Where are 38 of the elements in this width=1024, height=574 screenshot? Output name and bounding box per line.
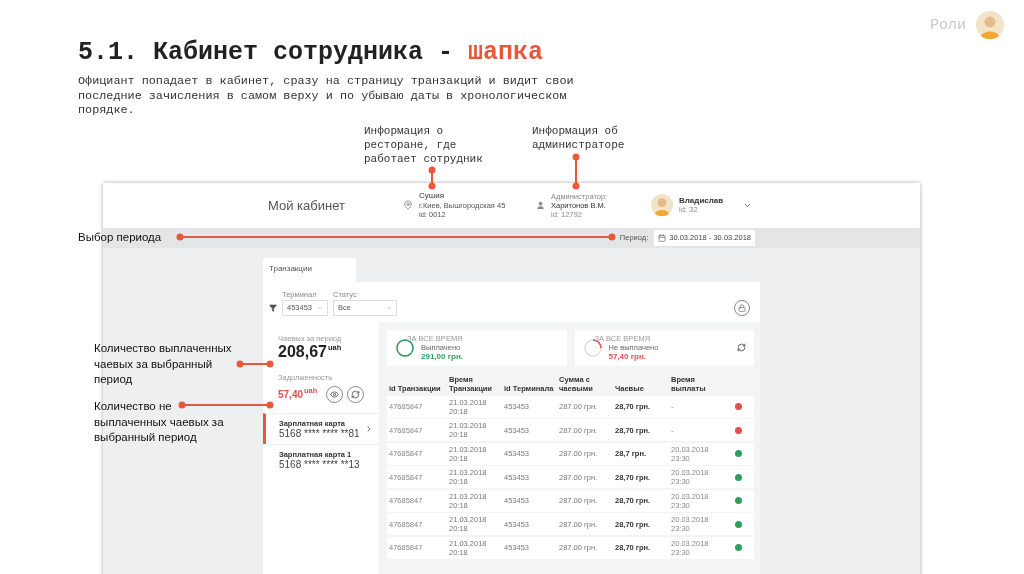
annotation: Количество выплаченных чаевых за выбранный период: [94, 341, 233, 387]
annotation: Количество не выплаченных чаевых за выбранный период: [94, 399, 224, 445]
debt-amount: 57,40: [278, 388, 304, 400]
progress-ring: [582, 337, 603, 358]
avatar-icon: [976, 11, 1004, 39]
refresh-icon: [351, 389, 361, 399]
chevron-down-icon: [317, 304, 323, 311]
chevron-down-icon: [386, 304, 392, 311]
page-title: Мой кабинет: [268, 197, 346, 213]
refresh-icon[interactable]: [737, 343, 746, 352]
calendar-icon: [658, 233, 667, 242]
summary-amount: 57,40 грн.: [608, 351, 647, 362]
leader-line: [428, 166, 436, 190]
leader-line: [236, 360, 274, 368]
tips-amount: 208,67: [278, 342, 327, 361]
progress-ring: [395, 337, 415, 358]
eye-icon: [330, 389, 340, 399]
lock-icon: [738, 303, 746, 312]
annotation: Информация о ресторане, где работает сотрудник: [364, 123, 484, 166]
avatar-icon: [651, 194, 673, 216]
filter-icon[interactable]: [269, 303, 277, 312]
annotation: Выбор периода: [78, 230, 163, 245]
refresh-button[interactable]: [347, 385, 365, 403]
pin-icon: [403, 200, 413, 210]
card-number: 5168 **** **** **81: [279, 427, 360, 439]
leader-line: [572, 153, 580, 190]
user-name: Владислав: [679, 195, 725, 206]
view-button[interactable]: [326, 385, 344, 403]
chevron-right-icon: [365, 424, 373, 433]
description: Официант попадает в кабинет, сразу на страницу транзакций и видит свои последние зачисления в самом верху и по убываю даты в хронологическом порядке.: [78, 74, 575, 118]
tab[interactable]: Транзакции: [263, 257, 356, 282]
summary-amount: 291,00 грн.: [421, 351, 464, 362]
annotation: Информация об администраторе: [532, 123, 626, 152]
slide-title: 5.1. Кабинет сотрудника - шапка: [78, 40, 545, 66]
card-number: 5168 **** **** **13: [279, 459, 360, 471]
restaurant-name: Сушия: [419, 191, 445, 201]
person-icon: [536, 200, 545, 210]
lock-button[interactable]: [734, 299, 750, 316]
